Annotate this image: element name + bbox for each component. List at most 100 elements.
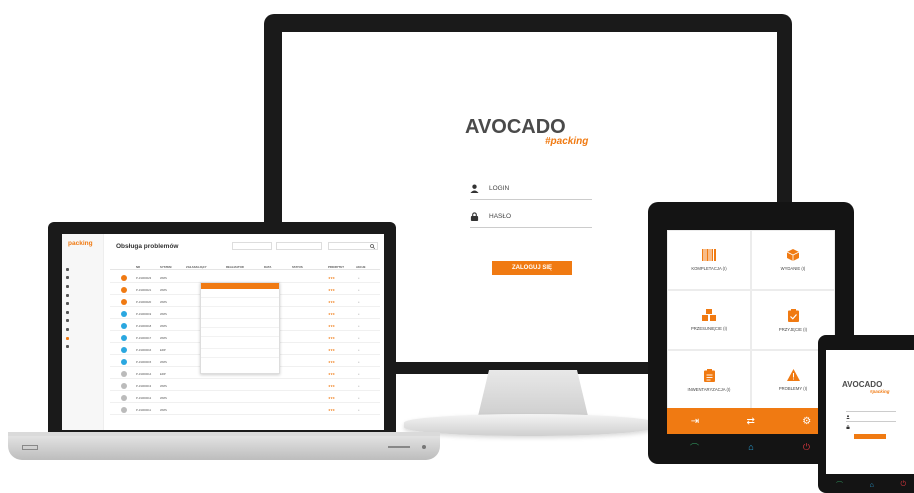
lock-icon bbox=[846, 425, 850, 429]
menu-icon bbox=[66, 284, 69, 288]
priority-stars: ★★★ bbox=[328, 276, 335, 280]
phone-logo-wordmark: AVOCADO bbox=[842, 380, 883, 389]
popup-line bbox=[201, 289, 279, 298]
view-icon[interactable]: ⌕ bbox=[358, 300, 360, 304]
priority-stars: ★★★ bbox=[328, 300, 335, 304]
laptop-brand: packing bbox=[68, 240, 93, 247]
login-submit-button[interactable]: ZALOGUJ SIĘ bbox=[492, 261, 572, 275]
sidebar-item[interactable] bbox=[62, 291, 103, 300]
menu-icon bbox=[66, 302, 69, 306]
sidebar-item[interactable] bbox=[62, 265, 103, 274]
date-range-input[interactable] bbox=[276, 242, 322, 250]
phone-login-field[interactable] bbox=[846, 406, 896, 419]
tile-przesuniecie[interactable]: PRZESUNIĘCIE (I) bbox=[668, 291, 750, 349]
menu-icon bbox=[66, 310, 69, 314]
row-system: WMS bbox=[160, 396, 167, 400]
phone-password-field[interactable] bbox=[846, 416, 896, 429]
sidebar-item[interactable] bbox=[62, 308, 103, 317]
table-row[interactable]: P-19000013 WMS ★★★ ⌕ bbox=[110, 380, 380, 391]
tile-label: PRZYJĘCIE (I) bbox=[778, 326, 808, 332]
power-icon[interactable]: ⏻ bbox=[803, 442, 810, 453]
search-input[interactable] bbox=[328, 242, 378, 250]
view-icon[interactable]: ⌕ bbox=[358, 276, 360, 280]
password-field[interactable]: HASŁO bbox=[470, 206, 592, 228]
phone-login-button[interactable] bbox=[854, 434, 886, 439]
home-icon[interactable]: ⌂ bbox=[748, 442, 753, 452]
sidebar-item[interactable] bbox=[62, 325, 103, 334]
tile-kompletacja[interactable]: KOMPLETACJA (I) bbox=[668, 231, 750, 289]
row-code: P-19000018 bbox=[136, 324, 152, 328]
row-code: P-19000021 bbox=[136, 288, 152, 292]
clipboard-check-icon bbox=[787, 308, 799, 322]
back-icon[interactable]: ⌒ bbox=[690, 441, 699, 454]
status-circle bbox=[121, 370, 127, 377]
view-icon[interactable]: ⌕ bbox=[358, 396, 360, 400]
back-icon[interactable]: ⌒ bbox=[836, 480, 843, 490]
tile-label: PROBLEMY (I) bbox=[778, 386, 808, 391]
menu-icon bbox=[66, 276, 69, 280]
row-details-popup bbox=[200, 282, 280, 374]
view-icon[interactable]: ⌕ bbox=[358, 288, 360, 292]
row-code: P-19000011 bbox=[136, 408, 152, 412]
menu-icon bbox=[66, 327, 69, 331]
menu-icon bbox=[66, 319, 69, 323]
priority-stars: ★★★ bbox=[328, 384, 335, 388]
popup-line bbox=[201, 349, 279, 358]
password-label: HASŁO bbox=[489, 213, 512, 220]
row-code: P-19000012 bbox=[136, 396, 152, 400]
slot-icon bbox=[388, 446, 410, 448]
popup-line bbox=[201, 328, 279, 337]
priority-stars: ★★★ bbox=[328, 348, 335, 352]
status-circle bbox=[121, 322, 127, 329]
view-icon[interactable]: ⌕ bbox=[358, 336, 360, 340]
table-row[interactable]: P-19000011 WMS ★★★ ⌕ bbox=[110, 404, 380, 415]
laptop-page-title: Obsługa problemów bbox=[116, 243, 179, 250]
monitor-stand-base bbox=[404, 414, 654, 436]
phone-logo-subtitle: #packing bbox=[870, 389, 890, 394]
view-icon[interactable]: ⌕ bbox=[358, 312, 360, 316]
sidebar-item[interactable] bbox=[62, 342, 103, 351]
priority-stars: ★★★ bbox=[328, 408, 335, 412]
column-header: DATA bbox=[264, 265, 272, 269]
priority-stars: ★★★ bbox=[328, 324, 335, 328]
row-system: WMS bbox=[160, 408, 167, 412]
menu-icon bbox=[66, 345, 69, 349]
row-system: WMS bbox=[160, 360, 167, 364]
status-circle bbox=[121, 274, 127, 281]
transfer-icon[interactable]: ⇄ bbox=[747, 416, 755, 427]
row-system: ERP bbox=[160, 372, 166, 376]
home-icon[interactable]: ⌂ bbox=[870, 482, 874, 489]
barcode-icon bbox=[702, 249, 716, 261]
row-code: P-19000019 bbox=[136, 312, 152, 316]
view-icon[interactable]: ⌕ bbox=[358, 384, 360, 388]
laptop-sidebar: packing bbox=[62, 234, 104, 430]
menu-icon bbox=[66, 293, 69, 297]
login-field[interactable]: LOGIN bbox=[470, 178, 592, 200]
port-icon bbox=[22, 445, 38, 450]
tablet-screen: KOMPLETACJA (I) WYDANIE (I) PRZESUNIĘCIE… bbox=[667, 230, 835, 434]
tile-inwentaryzacja[interactable]: INWENTARYZACJA (I) bbox=[668, 351, 750, 409]
tile-label: KOMPLETACJA (I) bbox=[691, 266, 727, 271]
login-label: LOGIN bbox=[489, 185, 510, 192]
sidebar-item[interactable] bbox=[62, 274, 103, 283]
view-icon[interactable]: ⌕ bbox=[358, 348, 360, 352]
view-icon[interactable]: ⌕ bbox=[358, 324, 360, 328]
phone-screen: AVOCADO #packing bbox=[826, 350, 914, 474]
sidebar-item[interactable] bbox=[62, 299, 103, 308]
menu-icon bbox=[66, 267, 69, 271]
table-row[interactable]: P-19000012 WMS ★★★ ⌕ bbox=[110, 392, 380, 403]
settings-icon[interactable]: ⚙ bbox=[802, 416, 811, 427]
sidebar-item-active[interactable] bbox=[62, 334, 103, 343]
view-icon[interactable]: ⌕ bbox=[358, 372, 360, 376]
power-icon[interactable]: ⏻ bbox=[900, 481, 906, 489]
row-code: P-19000015 bbox=[136, 360, 152, 364]
logout-icon[interactable]: ⇥ bbox=[691, 416, 699, 427]
sidebar-item[interactable] bbox=[62, 282, 103, 291]
filter-select[interactable] bbox=[232, 242, 272, 250]
tile-wydanie[interactable]: WYDANIE (I) bbox=[752, 231, 834, 289]
sidebar-item[interactable] bbox=[62, 317, 103, 326]
clipboard-icon bbox=[703, 368, 715, 382]
column-header: AKCJE bbox=[356, 265, 366, 269]
view-icon[interactable]: ⌕ bbox=[358, 408, 360, 412]
view-icon[interactable]: ⌕ bbox=[358, 360, 360, 364]
